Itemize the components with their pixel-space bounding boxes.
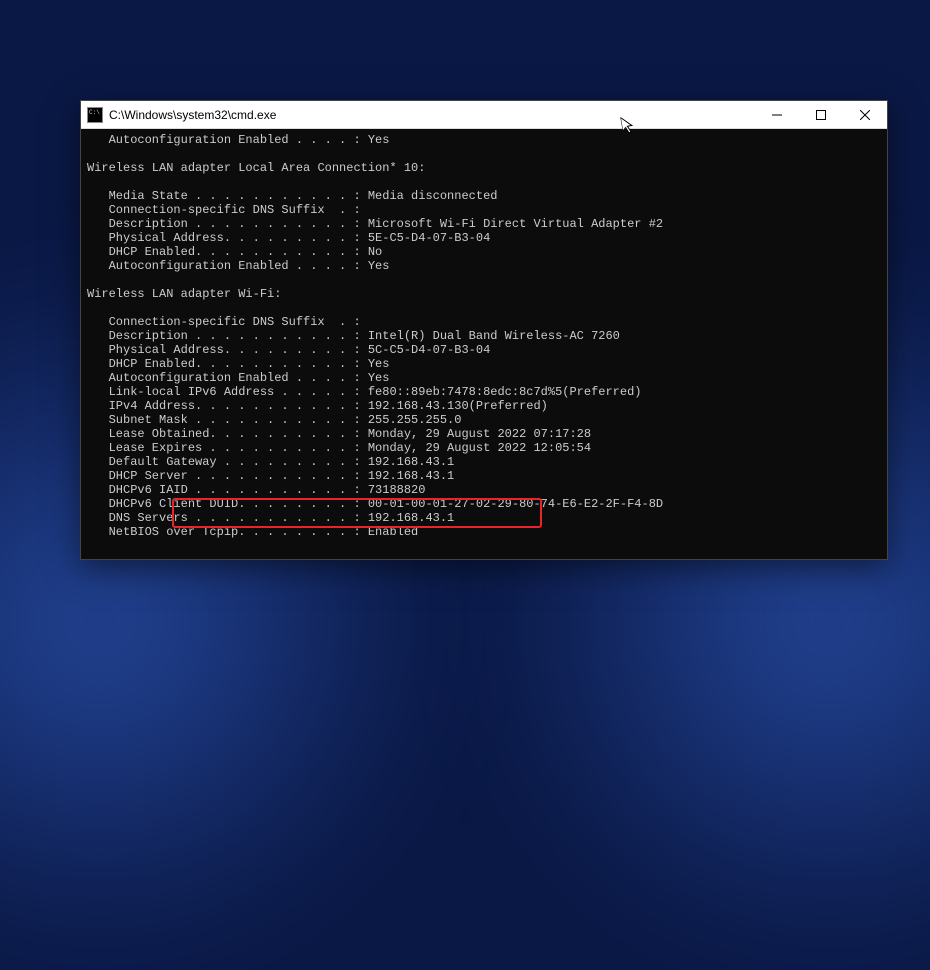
close-button[interactable] [843, 101, 887, 129]
minimize-icon [772, 110, 782, 120]
output-line: NetBIOS over Tcpip. . . . . . . . : Enab… [87, 525, 418, 539]
cmd-icon [87, 107, 103, 123]
output-line: Description . . . . . . . . . . . : Inte… [87, 329, 620, 343]
output-line-dns: DNS Servers . . . . . . . . . . . : 192.… [87, 511, 454, 525]
output-line: DHCPv6 Client DUID. . . . . . . . : 00-0… [87, 497, 663, 511]
terminal-output[interactable]: Autoconfiguration Enabled . . . . : Yes … [81, 129, 887, 559]
output-line: Link-local IPv6 Address . . . . . : fe80… [87, 385, 642, 399]
close-icon [860, 110, 870, 120]
output-line: Autoconfiguration Enabled . . . . : Yes [87, 259, 389, 273]
output-line: DHCP Server . . . . . . . . . . . : 192.… [87, 469, 454, 483]
titlebar[interactable]: C:\Windows\system32\cmd.exe [81, 101, 887, 129]
cmd-window: C:\Windows\system32\cmd.exe Autoconfigur… [80, 100, 888, 560]
output-section-header: Wireless LAN adapter Local Area Connecti… [87, 161, 425, 175]
maximize-icon [816, 110, 826, 120]
output-line: Connection-specific DNS Suffix . : [87, 203, 361, 217]
output-line: Autoconfiguration Enabled . . . . : Yes [87, 371, 389, 385]
output-line: Physical Address. . . . . . . . . : 5E-C… [87, 231, 490, 245]
output-line: DHCP Enabled. . . . . . . . . . . : No [87, 245, 382, 259]
window-title: C:\Windows\system32\cmd.exe [109, 108, 276, 122]
output-line: Connection-specific DNS Suffix . : [87, 315, 361, 329]
minimize-button[interactable] [755, 101, 799, 129]
output-line: DHCPv6 IAID . . . . . . . . . . . : 7318… [87, 483, 425, 497]
output-line: Default Gateway . . . . . . . . . : 192.… [87, 455, 454, 469]
output-line: DHCP Enabled. . . . . . . . . . . : Yes [87, 357, 389, 371]
output-line: Autoconfiguration Enabled . . . . : Yes [87, 133, 389, 147]
output-line: Subnet Mask . . . . . . . . . . . : 255.… [87, 413, 461, 427]
maximize-button[interactable] [799, 101, 843, 129]
output-section-header: Wireless LAN adapter Wi-Fi: [87, 287, 281, 301]
output-line: Description . . . . . . . . . . . : Micr… [87, 217, 663, 231]
output-line: Lease Obtained. . . . . . . . . . : Mond… [87, 427, 591, 441]
output-line: Physical Address. . . . . . . . . : 5C-C… [87, 343, 490, 357]
output-line: IPv4 Address. . . . . . . . . . . : 192.… [87, 399, 548, 413]
output-line: Media State . . . . . . . . . . . : Medi… [87, 189, 497, 203]
output-line: Lease Expires . . . . . . . . . . : Mond… [87, 441, 591, 455]
